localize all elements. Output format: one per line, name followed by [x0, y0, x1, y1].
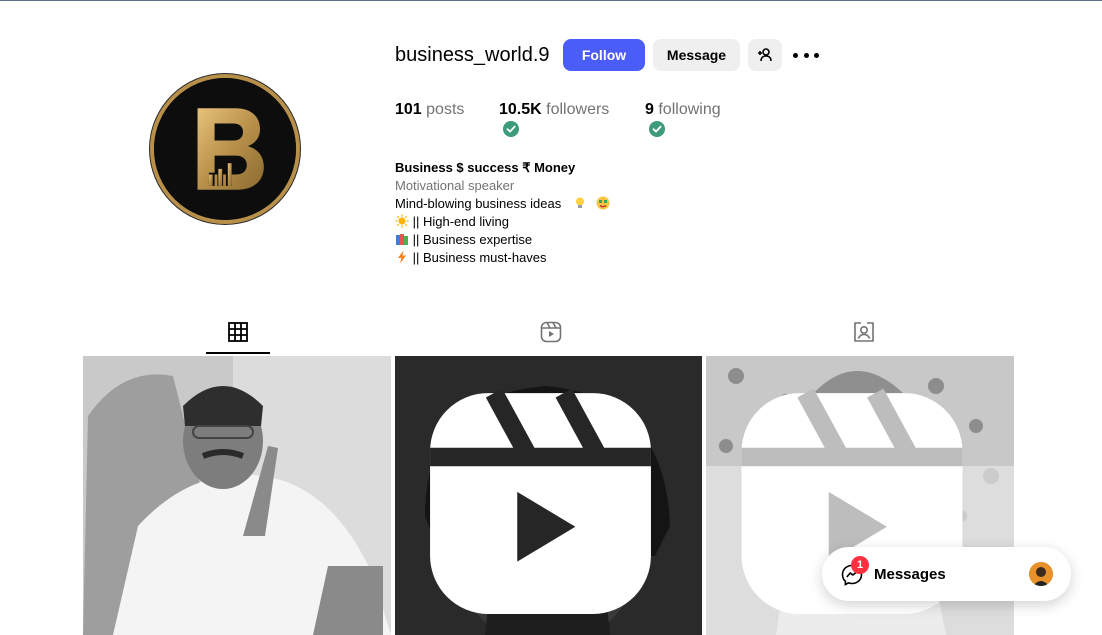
more-dot-icon — [793, 52, 798, 58]
following-count-value: 9 — [645, 101, 654, 118]
more-dot-icon — [803, 52, 809, 58]
message-button[interactable]: Message — [653, 39, 740, 71]
post-thumbnail[interactable] — [83, 356, 391, 635]
tab-tagged[interactable] — [852, 320, 876, 344]
active-tab-indicator — [206, 352, 270, 354]
posts-count-label: posts — [426, 101, 465, 118]
tab-reels[interactable] — [539, 320, 563, 344]
bio-line-text: || High-end living — [412, 214, 509, 229]
bio-line-text: Mind-blowing business ideas — [395, 196, 562, 211]
bio-line: || Business expertise — [395, 231, 532, 249]
reel-badge-icon — [430, 388, 651, 614]
posts-count: 101 posts — [395, 101, 464, 119]
money-face-icon — [596, 196, 610, 210]
sun-icon — [395, 214, 409, 228]
bio-line: || Business must-haves — [395, 249, 547, 267]
followers-count-label: followers — [546, 101, 610, 118]
window-top-border — [0, 0, 1102, 1]
reel-thumbnail[interactable] — [395, 356, 702, 635]
following-link[interactable]: 9 following — [645, 101, 721, 119]
post-image — [83, 356, 391, 635]
suggested-users-button[interactable] — [748, 39, 782, 71]
bio-line: Mind-blowing business ideas — [395, 195, 610, 213]
lightbulb-icon — [575, 197, 584, 208]
more-dot-icon — [814, 52, 819, 58]
more-options-button[interactable] — [793, 44, 819, 66]
tab-posts[interactable] — [226, 320, 250, 344]
add-user-icon — [758, 48, 772, 62]
followers-link[interactable]: 10.5K followers — [499, 101, 609, 119]
messages-label: Messages — [874, 566, 946, 583]
bio-name: Business $ success ₹ Money — [395, 160, 576, 175]
check-icon — [649, 121, 665, 137]
posts-count-value: 101 — [395, 101, 422, 118]
bio-line-text: || Business must-haves — [412, 250, 547, 265]
check-icon — [503, 121, 519, 137]
follow-button[interactable]: Follow — [563, 39, 645, 71]
followers-count-value: 10.5K — [499, 101, 542, 118]
brand-logo-icon — [154, 78, 296, 220]
bio-line-text: || Business expertise — [412, 232, 533, 247]
grid-icon — [228, 322, 248, 342]
messages-drawer-button[interactable]: 1 Messages — [822, 547, 1071, 601]
avatar — [1029, 562, 1053, 586]
reels-icon — [540, 321, 562, 343]
following-count-label: following — [658, 101, 721, 118]
lightning-icon — [398, 250, 406, 264]
unread-badge: 1 — [851, 556, 869, 574]
profile-username: business_world.9 — [395, 44, 550, 66]
books-icon — [396, 234, 408, 245]
profile-avatar[interactable] — [150, 74, 300, 224]
bio-line: || High-end living — [395, 213, 509, 231]
bio-category: Motivational speaker — [395, 178, 515, 193]
tagged-icon — [854, 322, 874, 342]
